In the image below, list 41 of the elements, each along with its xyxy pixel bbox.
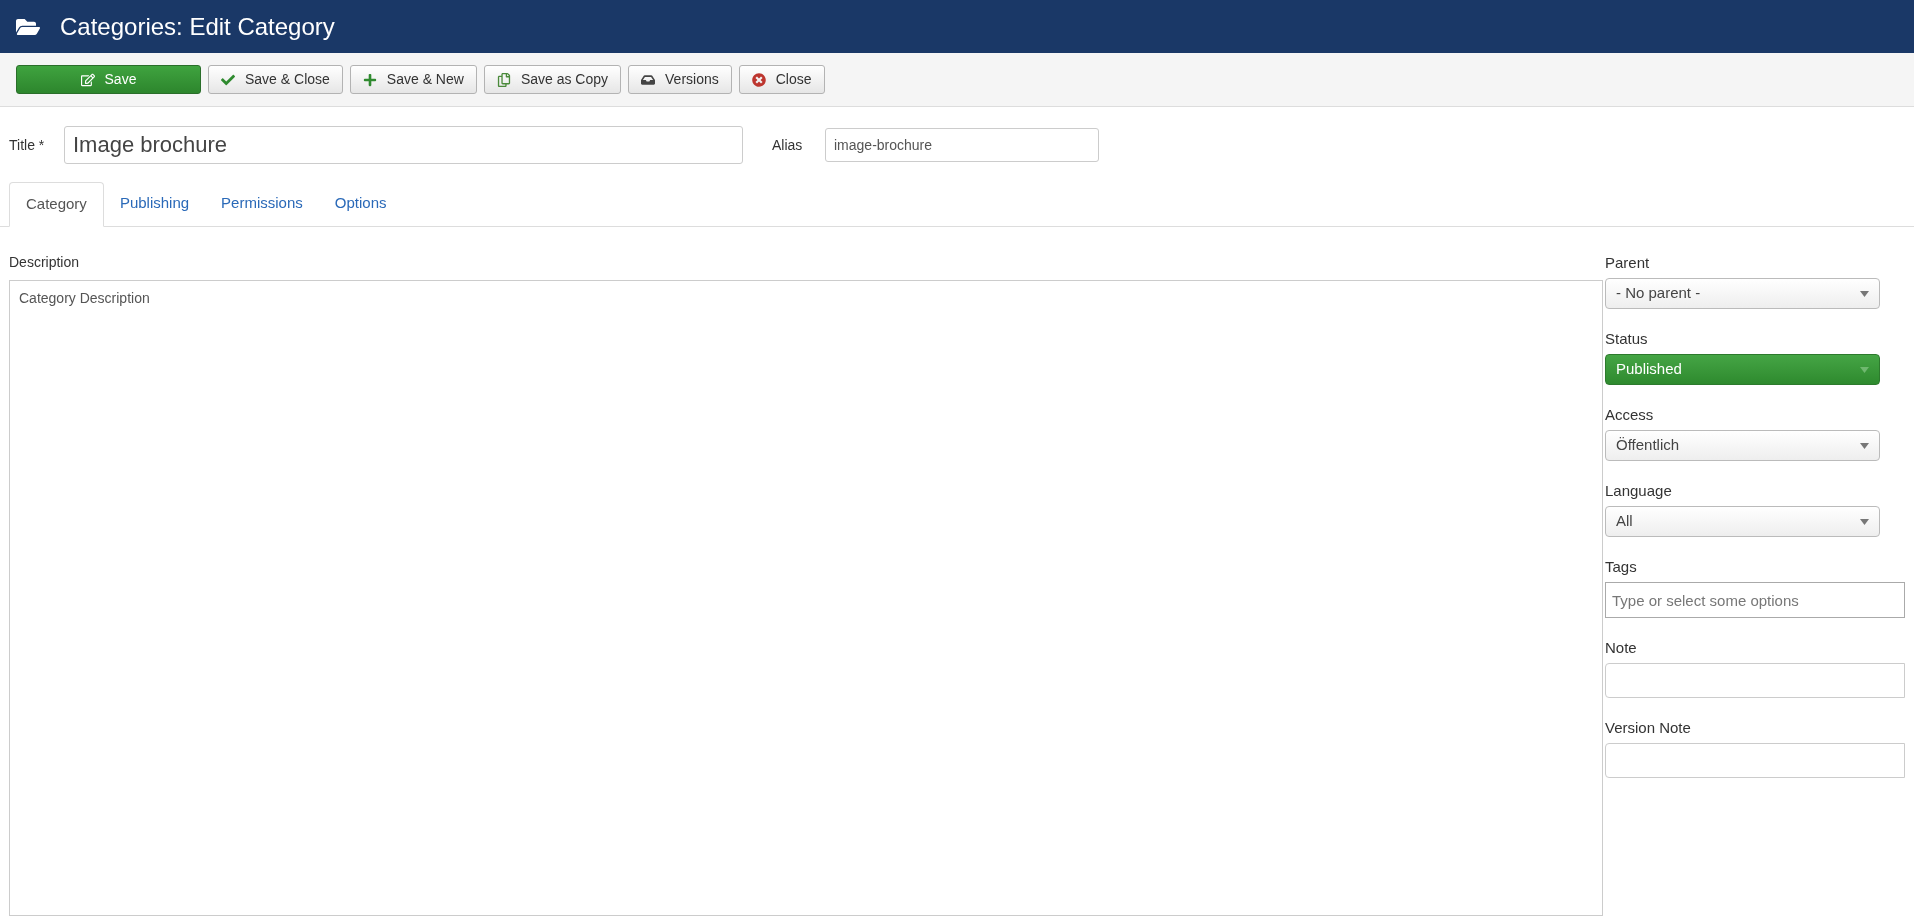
toolbar-button[interactable]: Save & Close (208, 65, 343, 94)
text-input[interactable] (1605, 743, 1905, 778)
select-dropdown[interactable]: All (1605, 506, 1880, 537)
check-icon (221, 72, 235, 87)
select-dropdown[interactable]: - No parent - (1605, 278, 1880, 309)
tab[interactable]: Permissions (205, 181, 319, 226)
edit-icon (80, 72, 95, 87)
text-input[interactable] (1605, 663, 1905, 698)
description-editor[interactable]: Category Description (9, 280, 1603, 916)
field-label: Version Note (1605, 718, 1692, 735)
plus-icon (362, 72, 377, 87)
caret-icon (1860, 442, 1869, 449)
field-label: Parent (1605, 253, 1651, 270)
field-label: Tags (1605, 557, 1638, 574)
tray-icon (641, 72, 656, 87)
save-button[interactable]: Save (16, 65, 201, 94)
tab[interactable]: Options (318, 181, 403, 226)
toolbar-button[interactable]: Save & New (349, 65, 477, 94)
tab[interactable]: Publishing (103, 181, 206, 226)
caret-icon (1860, 366, 1869, 373)
select-dropdown[interactable]: Published (1605, 354, 1880, 385)
toolbar-button[interactable]: Save as Copy (483, 65, 622, 94)
caret-icon (1860, 518, 1869, 525)
field-label: Status (1605, 329, 1649, 346)
field-label: Note (1605, 638, 1638, 655)
select-dropdown[interactable]: Öffentlich (1605, 430, 1880, 461)
page-title: Categories: Edit Category (60, 11, 335, 42)
toolbar-button[interactable]: Close (738, 65, 825, 94)
field-label: Language (1605, 481, 1673, 498)
tags-input[interactable]: Type or select some options (1605, 582, 1905, 618)
tab[interactable]: Category (9, 182, 104, 227)
alias-label: Alias (772, 135, 804, 155)
description-label: Description (9, 253, 81, 270)
caret-icon (1860, 290, 1869, 297)
copy-icon (496, 72, 511, 87)
close-icon (751, 72, 766, 87)
field-label: Access (1605, 405, 1655, 422)
title-label: Title * (9, 135, 46, 155)
title-input[interactable]: Image brochure (64, 126, 743, 164)
toolbar-button[interactable]: Versions (628, 65, 732, 94)
alias-input[interactable]: image-brochure (825, 128, 1099, 162)
